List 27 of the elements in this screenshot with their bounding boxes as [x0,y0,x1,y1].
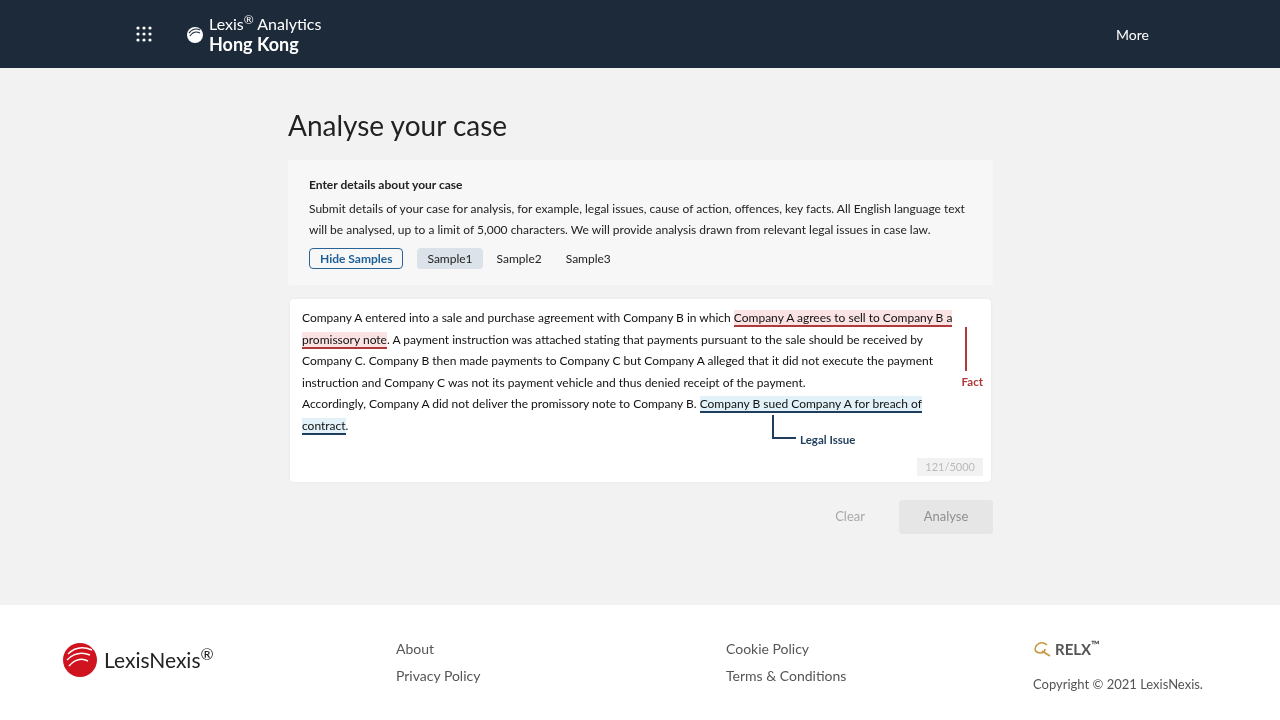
brand-region: Hong Kong [209,34,300,55]
intro-heading: Enter details about your case [309,176,464,194]
brand-name: Lexis$^{®}$ Analytics [209,13,322,34]
footer-link[interactable]: Cookie Policy [726,638,1033,659]
fact-leader-line [965,327,967,371]
page-title: Analyse your case [288,107,509,144]
footer-logo-text: LexisNexis$^{®}$ [104,644,214,675]
footer-link[interactable]: Terms & Conditions [726,665,1033,686]
case-text-area[interactable] [290,299,991,482]
more-link[interactable]: More [1116,23,1149,45]
apps-grid-icon[interactable] [135,25,153,43]
copyright-text: Copyright © 2021 LexisNexis. [1033,674,1203,694]
footer-link[interactable]: About [396,638,726,659]
sample-tab[interactable]: Sample1 [417,248,483,269]
globe-logo-icon [62,642,98,678]
footer-link[interactable]: Privacy Policy [396,665,726,686]
issue-leader-line [772,415,796,439]
intro-text: Submit details of your case for analysis, for example, legal issues, cause of action, offences, key facts. All English language text will be analysed, up to a limit of 5,000 characters. We will provide analysis drawn from relevant legal issues in case law. [309,200,966,239]
logo-icon [185,24,205,44]
hide-samples-button[interactable]: Hide Samples [309,248,404,269]
annotation-label: Legal Issue [800,432,856,448]
relx-logo-text: RELX$^{™}$ [1055,638,1100,660]
sample-tab[interactable]: Sample3 [555,248,621,269]
annotation-label: Fact [961,374,983,390]
sample-tab[interactable]: Sample2 [486,248,552,269]
case-paragraph: Accordingly, Company A did not deliver the promissory note to Company B. Company B sued Company A for breach of contract. [302,395,923,435]
relx-logo-icon [1033,641,1053,658]
